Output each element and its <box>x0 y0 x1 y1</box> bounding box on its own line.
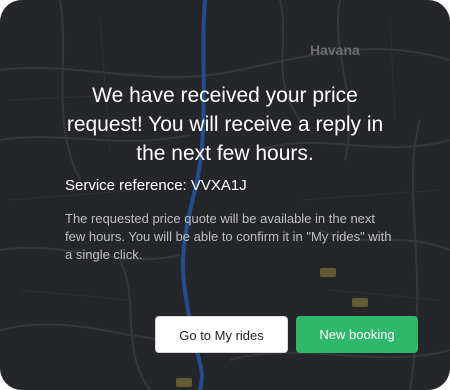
go-to-my-rides-button[interactable]: Go to My rides <box>155 316 288 353</box>
price-request-dialog: Havana We have received your price reque… <box>0 0 450 390</box>
quote-description: The requested price quote will be availa… <box>65 211 392 262</box>
confirmation-headline: We have received your price request! You… <box>66 84 384 165</box>
service-reference: Service reference: VVXA1J <box>65 177 247 194</box>
new-booking-button[interactable]: New booking <box>296 316 418 353</box>
dialog-content: We have received your price request! You… <box>0 0 450 390</box>
